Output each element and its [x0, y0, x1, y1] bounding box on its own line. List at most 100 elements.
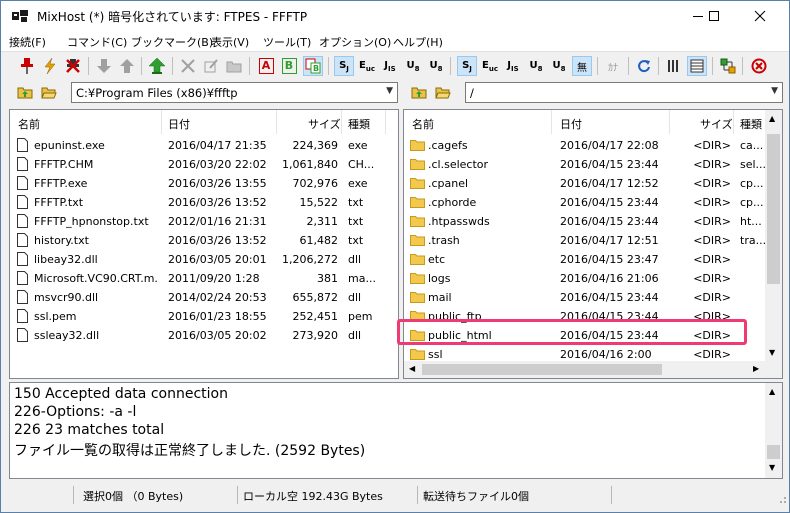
file-row[interactable]: ssleay32.dll 2016/03/05 20:02 273,920 dll	[10, 326, 398, 345]
menu-help[interactable]: ヘルプ(H)	[393, 34, 443, 50]
list-view-button[interactable]	[664, 56, 684, 76]
column-divider[interactable]	[733, 110, 734, 134]
mirror-upload-button[interactable]	[147, 56, 167, 76]
file-type: ca...	[740, 139, 764, 152]
file-row[interactable]: .trash 2016/04/17 12:51 <DIR> tra...	[404, 231, 765, 250]
remote-vertical-scrollbar[interactable]: ▲ ▼	[765, 110, 782, 363]
file-date: 2016/04/17 22:08	[560, 139, 659, 152]
column-divider[interactable]	[161, 110, 162, 134]
quick-connect-button[interactable]	[40, 56, 60, 76]
folder-icon	[410, 140, 425, 151]
host-euc-button[interactable]: Euc	[357, 56, 377, 76]
scroll-right-icon[interactable]: ▶	[753, 364, 759, 373]
menu-view[interactable]: 表示(V)	[211, 34, 249, 50]
scroll-down-icon[interactable]: ▼	[769, 463, 775, 472]
menu-connect[interactable]: 接続(F)	[9, 34, 46, 50]
local-col-type[interactable]: 種類	[348, 110, 370, 134]
local-path-input[interactable]: C:¥Program Files (x86)¥ffftp ▼	[71, 82, 398, 103]
file-row[interactable]: logs 2016/04/16 21:06 <DIR>	[404, 269, 765, 288]
delete-button[interactable]	[178, 56, 198, 76]
file-row[interactable]: FFFTP.CHM 2016/03/20 22:02 1,061,840 CH...	[10, 155, 398, 174]
upload-button[interactable]	[117, 56, 137, 76]
file-row[interactable]: epuninst.exe 2016/04/17 21:35 224,369 exe	[10, 136, 398, 155]
file-row[interactable]: mail 2016/04/15 23:44 <DIR>	[404, 288, 765, 307]
maximize-button[interactable]	[691, 1, 737, 31]
host-utf8-button[interactable]: U8	[403, 56, 423, 76]
chevron-down-icon[interactable]: ▼	[771, 86, 778, 96]
file-row[interactable]: etc 2016/04/15 23:47 <DIR>	[404, 250, 765, 269]
scroll-down-icon[interactable]: ▼	[769, 348, 775, 357]
scroll-up-icon[interactable]: ▲	[769, 387, 775, 396]
column-divider[interactable]	[551, 110, 552, 134]
disconnect-button[interactable]	[63, 56, 83, 76]
mkdir-button[interactable]	[224, 56, 244, 76]
local-col-size[interactable]: サイズ	[308, 110, 341, 134]
log-panel[interactable]: 150 Accepted data connection 226-Options…	[9, 382, 783, 479]
stop-button[interactable]	[749, 56, 769, 76]
close-button[interactable]	[737, 1, 783, 31]
remote-parent-dir-button[interactable]	[409, 82, 429, 102]
file-row[interactable]: FFFTP.exe 2016/03/26 13:55 702,976 exe	[10, 174, 398, 193]
local-col-name[interactable]: 名前	[18, 110, 40, 134]
sync-button[interactable]	[718, 56, 738, 76]
menu-options[interactable]: オプション(O)	[319, 34, 391, 50]
rename-button[interactable]	[201, 56, 221, 76]
download-button[interactable]	[94, 56, 114, 76]
file-row[interactable]: .cphorde 2016/04/15 23:44 <DIR> cp...	[404, 193, 765, 212]
kana-convert-button[interactable]: ｶﾅ	[603, 56, 623, 76]
refresh-button[interactable]	[634, 56, 654, 76]
remote-col-size[interactable]: サイズ	[700, 110, 733, 134]
file-row[interactable]: FFFTP_hpnonstop.txt 2012/01/16 21:31 2,311…	[10, 212, 398, 231]
menu-command[interactable]: コマンド(C)	[67, 34, 127, 50]
local-utf8bom-button[interactable]: U8	[549, 56, 569, 76]
file-row[interactable]: FFFTP.txt 2016/03/26 13:52 15,522 txt	[10, 193, 398, 212]
scrollbar-thumb[interactable]	[767, 445, 780, 459]
file-row[interactable]: msvcr90.dll 2014/02/24 20:53 655,872 dll	[10, 288, 398, 307]
remote-path-input[interactable]: / ▼	[465, 82, 783, 103]
file-row[interactable]: .cagefs 2016/04/17 22:08 <DIR> ca...	[404, 136, 765, 155]
folder-icon	[410, 159, 425, 170]
file-row[interactable]: .cpanel 2016/04/17 12:52 <DIR> cp...	[404, 174, 765, 193]
column-divider[interactable]	[276, 110, 277, 134]
host-sjis-button[interactable]: SJ	[334, 56, 354, 76]
file-row[interactable]: .cl.selector 2016/04/15 23:44 <DIR> sel...	[404, 155, 765, 174]
menu-bookmark[interactable]: ブックマーク(B)	[131, 34, 213, 50]
remote-col-date[interactable]: 日付	[560, 110, 582, 134]
scroll-left-icon[interactable]: ◀	[409, 364, 415, 373]
file-row[interactable]: ssl.pem 2016/01/23 18:55 252,451 pem	[10, 307, 398, 326]
local-file-list[interactable]: 名前 日付 サイズ 種類 epuninst.exe 2016/04/17 21:3…	[9, 109, 399, 379]
remote-horizontal-scrollbar[interactable]: ◀ ▶	[404, 361, 767, 378]
local-col-date[interactable]: 日付	[168, 110, 190, 134]
detail-view-button[interactable]	[687, 56, 707, 76]
column-divider[interactable]	[385, 110, 386, 134]
no-convert-button[interactable]: 無	[572, 56, 592, 76]
scrollbar-thumb[interactable]	[767, 134, 780, 284]
local-utf8-button[interactable]: U8	[526, 56, 546, 76]
host-jis-button[interactable]: JIS	[380, 56, 400, 76]
menu-tools[interactable]: ツール(T)	[263, 34, 311, 50]
chevron-down-icon[interactable]: ▼	[386, 86, 393, 96]
file-row[interactable]: libeay32.dll 2016/03/05 20:01 1,206,272 dll	[10, 250, 398, 269]
binary-mode-button[interactable]: B	[279, 56, 299, 76]
local-jis-button[interactable]: JIS	[503, 56, 523, 76]
file-row[interactable]: history.txt 2016/03/26 13:52 61,482 txt	[10, 231, 398, 250]
remote-col-name[interactable]: 名前	[412, 110, 434, 134]
local-sjis-button[interactable]: SJ	[457, 56, 477, 76]
scroll-up-icon[interactable]: ▲	[769, 114, 775, 123]
column-divider[interactable]	[669, 110, 670, 134]
log-vertical-scrollbar[interactable]: ▲ ▼	[765, 383, 782, 478]
local-open-dir-button[interactable]	[39, 82, 59, 102]
local-euc-button[interactable]: Euc	[480, 56, 500, 76]
column-divider[interactable]	[341, 110, 342, 134]
resize-grip-icon[interactable]	[777, 494, 787, 504]
file-row[interactable]: Microsoft.VC90.CRT.m... 2011/09/20 1:28 38…	[10, 269, 398, 288]
host-utf8bom-button[interactable]: U8	[426, 56, 446, 76]
remote-open-dir-button[interactable]	[433, 82, 453, 102]
local-parent-dir-button[interactable]	[15, 82, 35, 102]
remote-col-type[interactable]: 種類	[740, 110, 762, 134]
auto-mode-button[interactable]: B	[303, 56, 323, 76]
ascii-mode-button[interactable]: A	[256, 56, 276, 76]
scrollbar-thumb[interactable]	[422, 364, 662, 375]
file-row[interactable]: .htpasswds 2016/04/15 23:44 <DIR> ht...	[404, 212, 765, 231]
connect-button[interactable]	[17, 56, 37, 76]
